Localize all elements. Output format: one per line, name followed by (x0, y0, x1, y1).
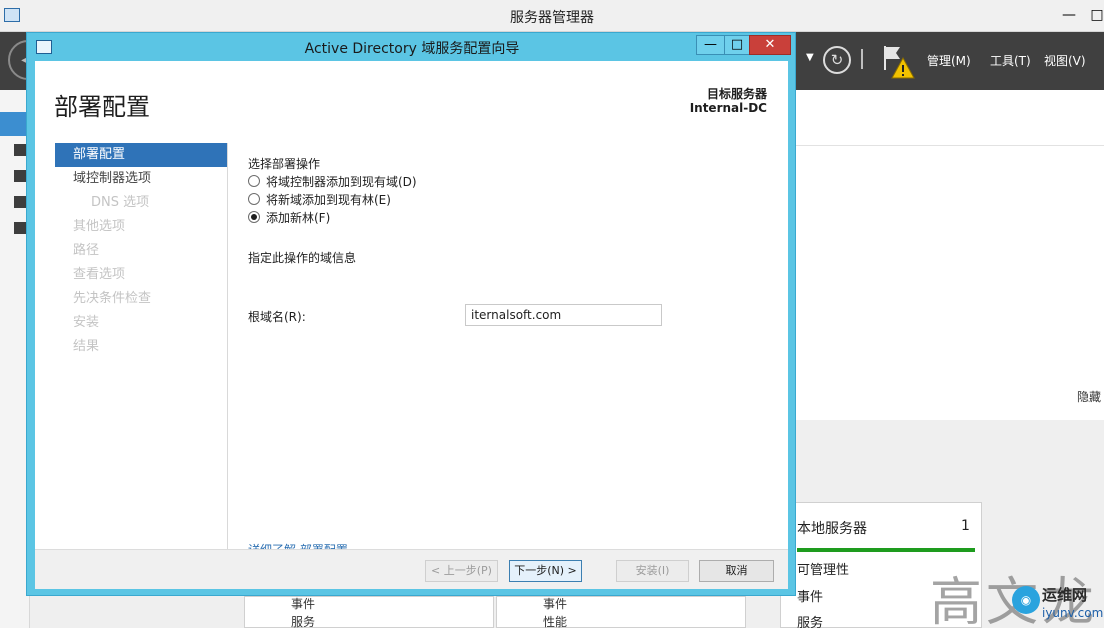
cancel-button[interactable]: 取消 (699, 560, 774, 582)
site-logo-icon: ◉ (1012, 586, 1040, 614)
wizard-step-8: 安装 (73, 315, 100, 330)
wizard-restore-button[interactable]: □ (724, 35, 750, 55)
server-manager-titlebar: 服务器管理器 — □ (0, 0, 1104, 32)
tile-item: 事件 (543, 597, 568, 611)
watermark-site-logo: ◉ 运维网 iyunv.com (1010, 584, 1104, 628)
wizard-step-9: 结果 (73, 339, 100, 354)
notifications-flag-warning-icon[interactable] (882, 44, 916, 80)
wizard-step-3: DNS 选项 (91, 195, 150, 210)
role-tile[interactable]: 事件 性能 (496, 596, 746, 628)
radio-label: 将域控制器添加到现有域(D) (266, 174, 417, 189)
radio-button-icon[interactable] (248, 175, 260, 187)
menu-tools[interactable]: 工具(T) (990, 52, 1031, 69)
restore-button[interactable]: □ (1088, 6, 1104, 24)
radio-label: 添加新林(F) (266, 210, 331, 225)
dashboard-divider (795, 145, 1104, 146)
root-domain-input[interactable] (465, 304, 662, 326)
install-button[interactable]: 安装(I) (616, 560, 689, 582)
wizard-step-5: 路径 (73, 243, 100, 258)
nav-divider (227, 143, 228, 555)
wizard-minimize-button[interactable]: — (696, 35, 725, 55)
status-bar (797, 548, 975, 552)
root-domain-label: 根域名(R): (248, 310, 306, 324)
local-server-count: 1 (961, 518, 970, 534)
chevron-down-icon[interactable]: ▼ (806, 52, 814, 63)
wizard-step-4: 其他选项 (73, 219, 126, 234)
toolbar-divider (861, 49, 863, 69)
tile-item-manageability[interactable]: 可管理性 (797, 559, 849, 578)
menu-view[interactable]: 视图(V) (1044, 52, 1086, 69)
deployment-option-radio[interactable]: 将域控制器添加到现有域(D) (248, 172, 417, 190)
wizard-step-1[interactable]: 部署配置 (55, 143, 227, 167)
tile-item: 服务 (291, 615, 316, 628)
wizard-step-2[interactable]: 域控制器选项 (55, 167, 227, 191)
wizard-step-7: 先决条件检查 (73, 291, 152, 306)
wizard-step-6: 查看选项 (73, 267, 126, 282)
minimize-button[interactable]: — (1060, 6, 1078, 24)
wizard-footer: < 上一步(P) 下一步(N) > 安装(I) 取消 (35, 549, 788, 589)
target-server-label: 目标服务器 (706, 87, 767, 101)
refresh-icon[interactable]: ↻ (823, 46, 851, 74)
server-manager-title: 服务器管理器 (510, 10, 594, 26)
target-server-name: Internal-DC (689, 101, 767, 115)
radio-label: 将新域添加到现有林(E) (266, 192, 391, 207)
wizard-close-button[interactable]: ✕ (749, 35, 791, 55)
page-title: 部署配置 (54, 93, 150, 121)
tile-item: 性能 (543, 615, 568, 628)
ad-ds-configuration-wizard: Active Directory 域服务配置向导 — □ ✕ 部署配置 目标服务… (26, 32, 796, 596)
wizard-step-nav: 部署配置 域控制器选项 DNS 选项其他选项路径查看选项先决条件检查 安装结果 (55, 143, 227, 359)
next-button[interactable]: 下一步(N) > (509, 560, 582, 582)
tile-item: 事件 (291, 597, 316, 611)
deployment-option-radio[interactable]: 将新域添加到现有林(E) (248, 190, 391, 208)
domain-info-label: 指定此操作的域信息 (248, 251, 357, 265)
menu-manage[interactable]: 管理(M) (927, 52, 971, 69)
select-operation-label: 选择部署操作 (248, 157, 321, 171)
wizard-body: 部署配置 目标服务器 Internal-DC 部署配置 域控制器选项 DNS 选项其… (35, 61, 788, 589)
radio-button-icon[interactable] (248, 211, 260, 223)
site-url: iyunv.com (1042, 606, 1104, 620)
previous-button[interactable]: < 上一步(P) (425, 560, 498, 582)
radio-button-icon[interactable] (248, 193, 260, 205)
site-name: 运维网 (1042, 586, 1088, 604)
local-server-tile-title: 本地服务器 (797, 521, 867, 537)
role-tile[interactable]: 事件 服务 (244, 596, 494, 628)
hide-link[interactable]: 隐藏 (1077, 388, 1101, 405)
deployment-option-radio[interactable]: 添加新林(F) (248, 208, 330, 226)
wizard-title: Active Directory 域服务配置向导 (304, 41, 520, 57)
tile-item-events[interactable]: 事件 (797, 586, 823, 605)
tile-item-services[interactable]: 服务 (797, 612, 823, 628)
